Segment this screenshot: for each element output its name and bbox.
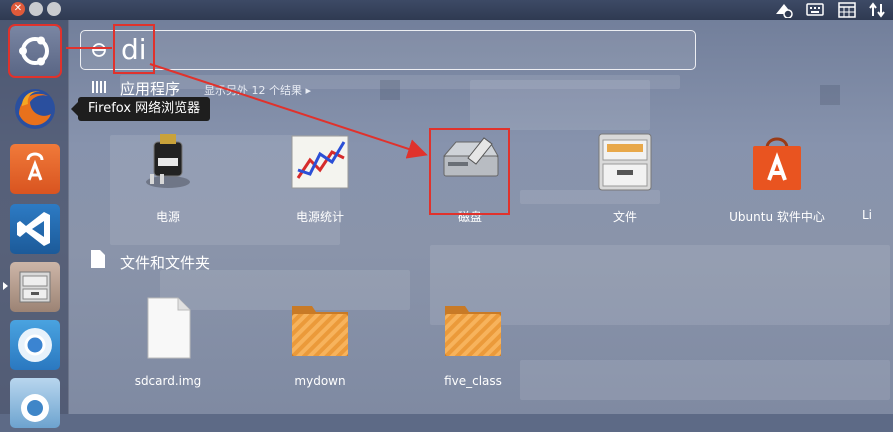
app-result-label: Ubuntu 软件中心 <box>729 210 825 224</box>
file-result-label: mydown <box>294 374 346 388</box>
maximize-window-button[interactable] <box>47 2 61 16</box>
file-result-five-class[interactable]: five_class <box>413 286 533 406</box>
close-window-button[interactable]: ✕ <box>11 2 25 16</box>
launcher <box>0 20 69 428</box>
annotation-box-disks <box>429 128 510 215</box>
power-statistics-icon <box>291 135 349 189</box>
launcher-files[interactable] <box>10 262 60 312</box>
app-result-label: 电源 <box>155 210 180 224</box>
app-result-partial[interactable]: Li <box>862 120 893 240</box>
top-panel: ✕ <box>0 0 893 20</box>
shopping-bag-icon <box>26 152 44 181</box>
firefox-icon <box>15 89 55 129</box>
folder-icon <box>445 306 501 356</box>
app-icon <box>21 394 49 422</box>
app-result-label: 电源统计 <box>295 210 344 224</box>
file-result-mydown[interactable]: mydown <box>260 286 380 406</box>
document-lens-icon <box>91 250 105 268</box>
folder-icon <box>292 306 348 356</box>
app-result-label: 文件 <box>612 210 637 224</box>
sort-arrows-icon[interactable] <box>868 2 886 18</box>
app-result-software-center[interactable]: Ubuntu 软件中心 <box>717 120 837 240</box>
vscode-icon <box>17 212 50 246</box>
search-icon <box>92 43 106 57</box>
minimize-window-button[interactable] <box>29 2 43 16</box>
launcher-app-partial[interactable] <box>10 378 60 428</box>
calendar-icon[interactable] <box>838 2 856 18</box>
launcher-chromium[interactable] <box>10 320 60 370</box>
launcher-vscode[interactable] <box>10 204 60 254</box>
file-result-label: five_class <box>444 374 502 388</box>
annotation-box-query <box>113 24 155 74</box>
file-cabinet-icon <box>19 271 51 303</box>
app-result-label: Li <box>862 208 873 222</box>
file-result-sdcard[interactable]: sdcard.img <box>108 286 228 406</box>
software-center-icon <box>753 137 801 190</box>
active-app-indicator <box>3 282 8 290</box>
power-plug-icon <box>146 134 190 188</box>
chromium-icon <box>18 328 52 362</box>
ubuntu-logo-icon <box>19 36 49 66</box>
dash-home-button[interactable] <box>8 24 62 78</box>
launcher-tooltip: Firefox 网络浏览器 <box>70 97 211 121</box>
file-result-label: sdcard.img <box>134 374 202 388</box>
app-result-files[interactable]: 文件 <box>565 120 685 240</box>
close-icon: ✕ <box>13 3 23 14</box>
files-group-header: 文件和文件夹 <box>120 254 211 272</box>
show-more-results-link[interactable]: 显示另外 12 个结果 ▸ <box>204 82 311 98</box>
app-result-power[interactable]: 电源 <box>108 120 228 240</box>
document-icon <box>147 297 191 359</box>
dash-search-input[interactable]: di <box>80 30 696 70</box>
network-icon[interactable] <box>774 2 794 19</box>
keyboard-icon[interactable] <box>806 2 824 18</box>
launcher-software-center[interactable] <box>10 144 60 194</box>
applications-group-header: 应用程序 <box>120 80 181 98</box>
applications-lens-icon <box>92 81 106 93</box>
files-icon <box>598 133 652 191</box>
app-result-power-statistics[interactable]: 电源统计 <box>260 120 380 240</box>
launcher-firefox[interactable] <box>10 84 60 134</box>
